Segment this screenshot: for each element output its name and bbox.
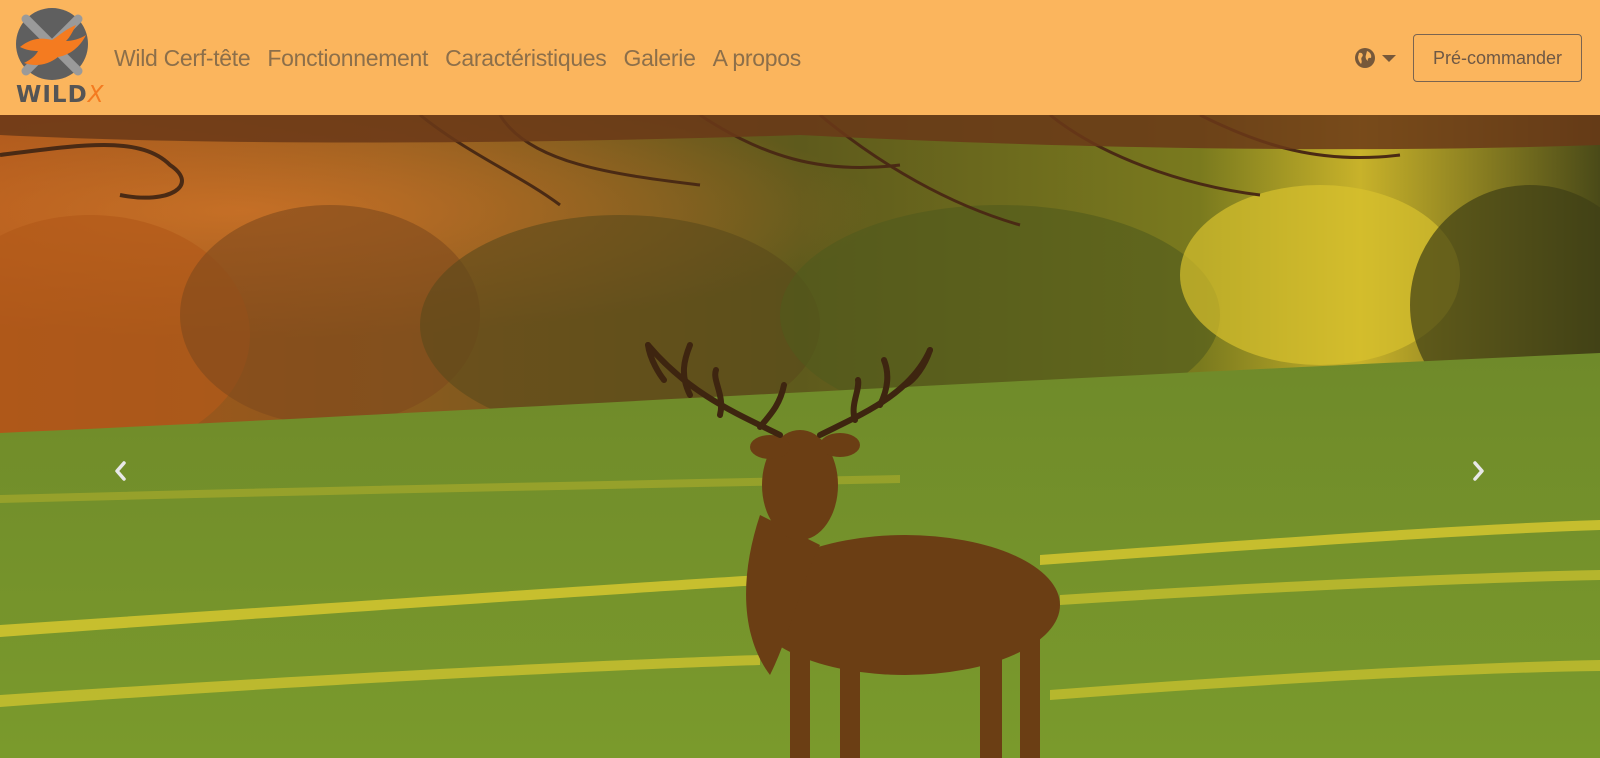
deer-head-logo-icon — [16, 8, 88, 80]
language-dropdown[interactable] — [1354, 46, 1396, 70]
nav-link-wild-cerf-tete[interactable]: Wild Cerf-tête — [114, 45, 251, 72]
brand-wordmark: WILDX — [16, 83, 104, 107]
navbar: WILDX Wild Cerf-tête Fonctionnement Cara… — [0, 0, 1600, 115]
carousel-prev-button[interactable] — [100, 451, 140, 491]
brand-word-accent: X — [87, 82, 105, 108]
brand-word-main: WILD — [16, 82, 88, 108]
caret-down-icon — [1382, 54, 1396, 62]
nav-link-caracteristiques[interactable]: Caractéristiques — [445, 45, 607, 72]
preorder-button[interactable]: Pré-commander — [1413, 34, 1582, 82]
nav-link-fonctionnement[interactable]: Fonctionnement — [267, 45, 428, 72]
carousel-slide-image — [0, 115, 1600, 758]
hero-carousel — [0, 115, 1600, 758]
nav-link-a-propos[interactable]: A propos — [713, 45, 802, 72]
chevron-left-icon — [115, 461, 126, 481]
chevron-right-icon — [1473, 461, 1484, 481]
main-nav: Wild Cerf-tête Fonctionnement Caractéris… — [114, 40, 818, 76]
globe-icon — [1355, 48, 1375, 68]
nav-link-galerie[interactable]: Galerie — [624, 45, 696, 72]
brand-logo[interactable]: WILDX — [14, 7, 103, 109]
carousel-next-button[interactable] — [1459, 451, 1499, 491]
